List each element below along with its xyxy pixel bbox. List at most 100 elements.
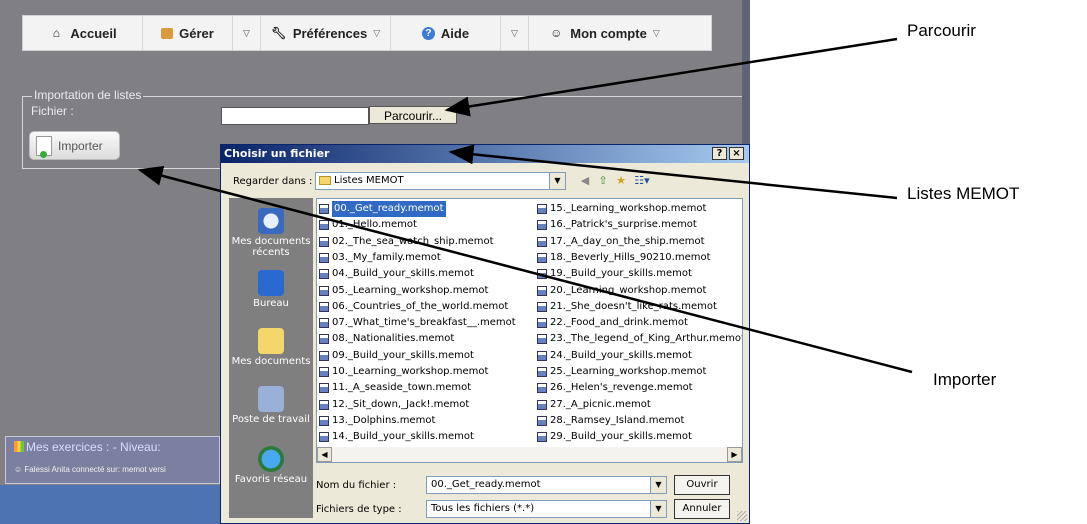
file-list-item[interactable]: 04._Build_your_skills.memot [319, 266, 474, 282]
browse-button[interactable]: Parcourir... [369, 106, 457, 124]
memot-file-icon [319, 252, 329, 263]
place-recent[interactable]: Mes documents récents [229, 208, 313, 258]
file-list-item[interactable]: 20._Learning_workshop.memot [537, 283, 706, 299]
file-list-item[interactable]: 13._Dolphins.memot [319, 413, 435, 429]
memot-file-icon [319, 301, 329, 312]
file-path-input[interactable] [221, 107, 369, 125]
user-small-icon: ☺ [14, 465, 23, 474]
manage-icon [161, 27, 174, 39]
nav-aide[interactable]: ? Aide [391, 16, 501, 50]
callout-importer: Importer [933, 370, 997, 389]
import-button[interactable]: Importer [29, 131, 120, 160]
wrench-icon: 🔧︎ [271, 26, 287, 40]
memot-file-icon [319, 399, 329, 410]
file-list-item[interactable]: 17._A_day_on_the_ship.memot [537, 234, 705, 250]
file-list-item[interactable]: 24._Build_your_skills.memot [537, 348, 692, 364]
nav-gerer[interactable]: Gérer [143, 16, 233, 50]
place-my-documents[interactable]: Mes documents [229, 328, 313, 367]
desktop-icon [258, 270, 284, 296]
status-title: Mes exercices : - Niveau: [14, 440, 161, 454]
new-folder-icon[interactable]: ★ [614, 174, 628, 188]
file-list-item[interactable]: 25._Learning_workshop.memot [537, 364, 706, 380]
file-list-item[interactable]: 21._She_doesn't_like_rats.memot [537, 299, 717, 315]
home-icon: ⌂ [52, 26, 60, 40]
file-name: 15._Learning_workshop.memot [550, 203, 707, 214]
file-chooser-dialog: Choisir un fichier ? × Regarder dans : L… [220, 144, 750, 524]
file-name: 01._Hello.memot [332, 219, 417, 231]
nav-aide-dropdown[interactable]: ▽ [501, 16, 529, 50]
memot-file-icon [537, 383, 547, 394]
file-list: 00._Get_ready.memot 01._Hello.memot 02._Th… [316, 198, 743, 463]
filename-input[interactable]: 00._Get_ready.memot ▼ [426, 476, 667, 494]
file-list-item[interactable]: 09._Build_your_skills.memot [319, 348, 474, 364]
recent-documents-icon [258, 208, 284, 234]
file-list-item[interactable]: 19._Build_your_skills.memot [537, 266, 692, 282]
scroll-right-icon[interactable]: ▶ [727, 447, 742, 462]
file-list-item[interactable]: 22._Food_and_drink.memot [537, 315, 688, 331]
file-name: 02._The_sea_watch_ship.memot [332, 235, 494, 247]
file-list-item[interactable]: 08._Nationalities.memot [319, 331, 454, 347]
up-folder-icon[interactable]: ⇧ [596, 174, 610, 188]
file-list-item[interactable]: 15._Learning_workshop.memot [537, 201, 706, 217]
place-network[interactable]: Favoris réseau [229, 446, 313, 485]
import-document-icon [36, 135, 52, 158]
place-computer[interactable]: Poste de travail [229, 386, 313, 425]
memot-file-icon [537, 350, 547, 361]
back-icon[interactable]: ◀ [578, 174, 592, 188]
file-list-item[interactable]: 18._Beverly_Hills_90210.memot [537, 250, 711, 266]
dialog-titlebar[interactable]: Choisir un fichier [221, 145, 749, 163]
memot-file-icon [537, 236, 547, 247]
file-list-item[interactable]: 26._Helen's_revenge.memot [537, 380, 693, 396]
memot-file-icon [319, 432, 329, 443]
view-menu-icon[interactable]: ☷▾ [632, 174, 652, 188]
mes-exercices-link[interactable]: Mes exercices [26, 440, 103, 454]
callout-listes-memot: Listes MEMOT [907, 184, 1020, 203]
nav-accueil[interactable]: ⌂ Accueil [23, 16, 143, 50]
open-button[interactable]: Ouvrir [674, 475, 730, 495]
file-list-item[interactable]: 10._Learning_workshop.memot [319, 364, 488, 380]
file-name: 18._Beverly_Hills_90210.memot [550, 251, 711, 263]
cancel-button[interactable]: Annuler [674, 499, 730, 519]
chevron-down-icon[interactable]: ▼ [549, 173, 565, 189]
memot-file-icon [319, 350, 329, 361]
help-icon: ? [421, 26, 435, 40]
file-list-hscrollbar[interactable]: ◀ ▶ [317, 447, 742, 462]
memot-file-icon [319, 367, 329, 377]
file-list-item[interactable]: 01._Hello.memot [319, 217, 417, 233]
file-list-item[interactable]: 29._Build_your_skills.memot [537, 429, 692, 445]
file-name: 27._A_picnic.memot [550, 398, 651, 410]
memot-file-icon [537, 204, 547, 214]
dialog-close-button[interactable]: × [729, 147, 744, 160]
nav-preferences[interactable]: 🔧︎ Préférences ▽ [261, 16, 391, 50]
file-list-item[interactable]: 11._A_seaside_town.memot [319, 380, 471, 396]
memot-file-icon [537, 415, 547, 426]
file-list-item[interactable]: 03._My_family.memot [319, 250, 441, 266]
file-list-item[interactable]: 05._Learning_workshop.memot [319, 283, 488, 299]
nav-gerer-dropdown[interactable]: ▽ [233, 16, 261, 50]
file-list-item[interactable]: 07._What_time's_breakfast__.memot [319, 315, 516, 331]
filetype-select[interactable]: Tous les fichiers (*.*) ▼ [426, 500, 667, 518]
dialog-help-button[interactable]: ? [712, 147, 727, 160]
file-list-item[interactable]: 14._Build_your_skills.memot [319, 429, 474, 445]
my-documents-icon [258, 328, 284, 354]
file-name: 11._A_seaside_town.memot [332, 382, 472, 394]
file-list-item[interactable]: 23._The_legend_of_King_Arthur.memot [537, 331, 742, 347]
look-in-combo[interactable]: Listes MEMOT ▼ [315, 172, 566, 190]
file-list-item[interactable]: 12._Sit_down,_Jack!.memot [319, 397, 469, 413]
nav-mon-compte[interactable]: ☺ Mon compte ▽ [529, 16, 679, 50]
scroll-left-icon[interactable]: ◀ [317, 447, 332, 462]
memot-file-icon [319, 383, 329, 394]
place-desktop[interactable]: Bureau [229, 270, 313, 309]
chevron-down-icon[interactable]: ▼ [650, 477, 666, 493]
file-list-item[interactable]: 02._The_sea_watch_ship.memot [319, 234, 494, 250]
file-name: 06._Countries_of_the_world.memot [332, 300, 509, 312]
file-list-item[interactable]: 06._Countries_of_the_world.memot [319, 299, 508, 315]
folder-icon [319, 176, 331, 185]
chevron-down-icon[interactable]: ▼ [650, 501, 666, 517]
file-name: 25._Learning_workshop.memot [550, 366, 707, 377]
file-list-item[interactable]: 16._Patrick's_surprise.memot [537, 217, 697, 233]
file-list-item[interactable]: 00._Get_ready.memot [319, 201, 446, 217]
resize-grip[interactable] [737, 511, 747, 521]
file-list-item[interactable]: 27._A_picnic.memot [537, 397, 651, 413]
file-list-item[interactable]: 28._Ramsey_Island.memot [537, 413, 684, 429]
